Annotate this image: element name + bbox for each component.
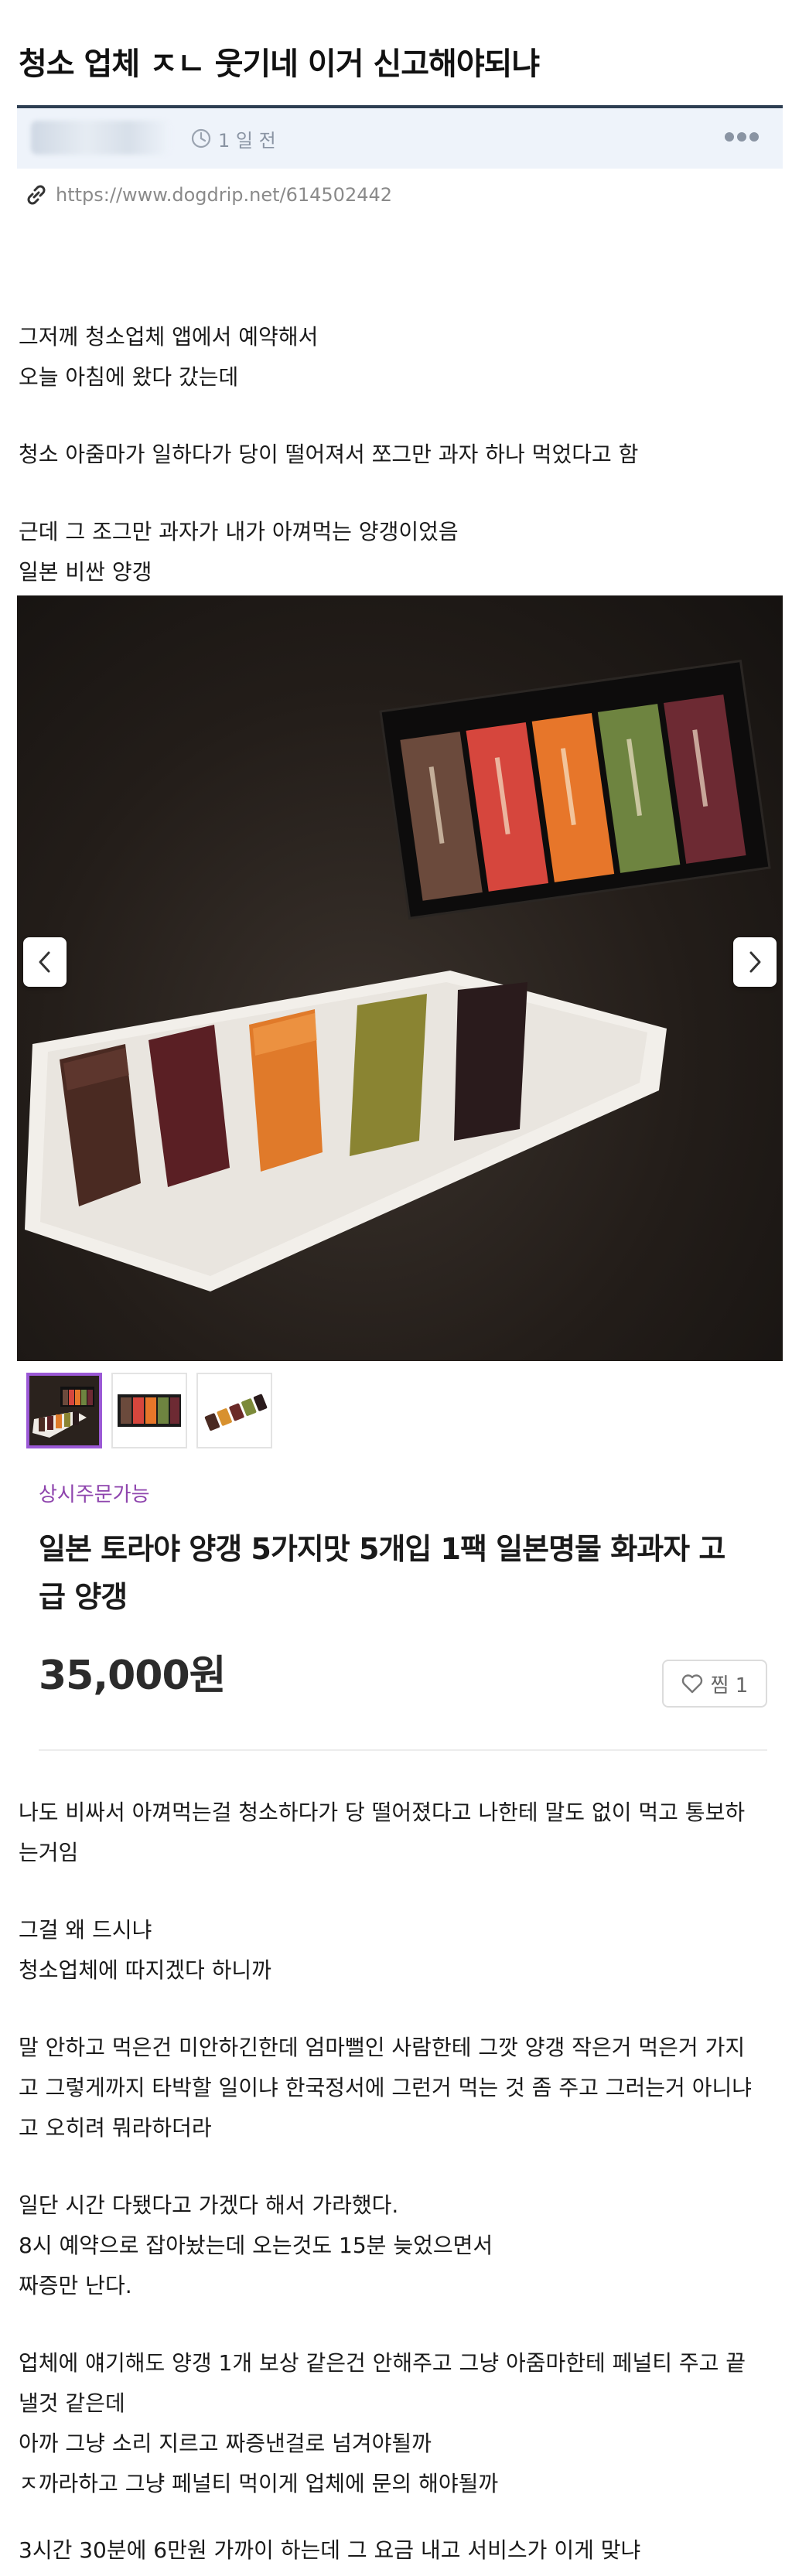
thumbnail-2[interactable] xyxy=(111,1373,187,1448)
link-icon xyxy=(27,185,46,205)
chevron-left-icon xyxy=(39,951,50,973)
more-dots-icon[interactable] xyxy=(722,125,761,148)
post-url-row[interactable]: https://www.dogdrip.net/614502442 xyxy=(23,179,392,210)
body-line: 근데 그 조그만 과자가 내가 아껴먹는 양갱이었음 xyxy=(19,519,459,544)
product-title-line: 일본 토라야 양갱 5가지맛 5개입 1팩 일본명물 화과자 고 xyxy=(39,1532,725,1566)
wishlist-button[interactable]: 찜 1 xyxy=(662,1660,767,1708)
body-line: 청소 아줌마가 일하다가 당이 떨어져서 쪼그만 과자 하나 먹었다고 함 xyxy=(19,442,639,467)
body-line: 고 오히려 뭐라하더라 xyxy=(19,2115,212,2141)
body-line: 아까 그냥 소리 지르고 짜증낸걸로 넘겨야될까 xyxy=(19,2431,432,2456)
post-meta-bar: 1 일 전 xyxy=(17,108,783,169)
thumbnail-2-image xyxy=(113,1374,186,1447)
body-line: 3시간 30분에 6만원 가까이 하는데 그 요금 내고 서비스가 이게 맞냐 xyxy=(19,2537,641,2563)
body-line: 8시 예약으로 잡아놨는데 오는것도 15분 늦었으면서 xyxy=(19,2233,493,2258)
thumbnail-1-image xyxy=(29,1376,99,1445)
body-line: ㅈ까라하고 그냥 페널티 먹이게 업체에 문의 해야될까 xyxy=(19,2471,499,2496)
section-divider xyxy=(39,1749,767,1751)
thumbnail-1[interactable] xyxy=(26,1373,102,1448)
body-line: 나도 비싸서 아껴먹는걸 청소하다가 당 떨어졌다고 나한테 말도 없이 먹고 … xyxy=(19,1800,746,1825)
body-line: 말 안하고 먹은건 미안하긴한데 엄마뻘인 사람한테 그깟 양갱 작은거 먹은거… xyxy=(19,2035,746,2060)
wishlist-count: 찜 1 xyxy=(710,1674,749,1697)
post-url[interactable]: https://www.dogdrip.net/614502442 xyxy=(56,184,392,206)
body-line: 짜증만 난다. xyxy=(19,2273,132,2298)
post-time: 1 일 전 xyxy=(218,130,276,152)
yokan-illustration xyxy=(25,659,771,1291)
body-line: 오늘 아침에 왔다 갔는데 xyxy=(19,364,239,390)
thumbnail-3-image xyxy=(198,1374,271,1447)
body-line: 는거임 xyxy=(19,1840,79,1865)
post-title: 청소 업체 ㅈㄴ 웃기네 이거 신고해야되냐 xyxy=(19,46,540,82)
clock-icon xyxy=(191,128,211,148)
product-title-line: 급 양갱 xyxy=(39,1580,128,1614)
product-title: 일본 토라야 양갱 5가지맛 5개입 1팩 일본명물 화과자 고 급 양갱 xyxy=(39,1525,758,1621)
body-line: 그걸 왜 드시냐 xyxy=(19,1917,152,1943)
body-line: 낼것 같은데 xyxy=(19,2390,125,2416)
product-price: 35,000원 xyxy=(39,1653,227,1699)
body-line: 업체에 얘기해도 양갱 1개 보상 같은건 안해주고 그냥 아줌마한테 페널티 … xyxy=(19,2350,746,2376)
author-avatar-blurred[interactable] xyxy=(31,121,170,155)
body-line: 고 그렇게까지 타박할 일이냐 한국정서에 그런거 먹는 것 좀 주고 그러는거… xyxy=(19,2075,752,2100)
thumbnail-strip xyxy=(26,1373,272,1448)
product-photo xyxy=(17,595,783,1361)
body-line: 그저께 청소업체 앱에서 예약해서 xyxy=(19,324,319,350)
chevron-right-icon xyxy=(749,951,761,973)
next-image-button[interactable] xyxy=(733,937,777,987)
thumbnail-3[interactable] xyxy=(196,1373,272,1448)
body-line: 청소업체에 따지겠다 하니까 xyxy=(19,1957,271,1983)
body-line: 일단 시간 다됐다고 가겠다 해서 가라했다. xyxy=(19,2192,399,2218)
heart-icon xyxy=(681,1674,702,1694)
availability-badge: 상시주문가능 xyxy=(39,1483,150,1506)
body-line: 일본 비싼 양갱 xyxy=(19,559,152,585)
prev-image-button[interactable] xyxy=(23,937,67,987)
